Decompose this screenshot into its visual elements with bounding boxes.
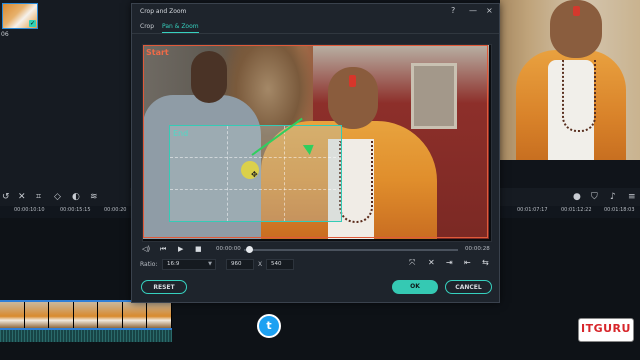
video-clip[interactable] [0, 300, 172, 330]
ratio-dropdown[interactable]: 16:9 ▼ [162, 259, 216, 270]
timecode: 00:00:20 [104, 207, 127, 213]
audio-waveform[interactable] [0, 330, 172, 342]
audio-wave-icon[interactable]: ≋ [90, 192, 98, 202]
end-frame-gridline [170, 157, 341, 159]
timecode: 00:01:12:22 [561, 207, 592, 213]
render-icon[interactable]: ● [573, 192, 581, 202]
timecode: 00:00:10:10 [14, 207, 45, 213]
crop-icon[interactable]: ⌗ [36, 192, 41, 202]
width-field[interactable]: 960 [226, 259, 254, 270]
clip-frame [122, 302, 147, 328]
current-time: 00:00:00 [216, 246, 241, 252]
scrub-bar[interactable] [244, 249, 458, 251]
diamond-icon[interactable]: ◇ [54, 192, 61, 202]
cancel-button[interactable]: CANCEL [445, 280, 492, 294]
play-icon[interactable]: ▶ [178, 245, 183, 253]
tab-divider [132, 33, 499, 34]
preview-figure-beads [562, 60, 596, 132]
fit-icon[interactable]: ⤧ [409, 258, 415, 268]
delete-icon[interactable]: ✕ [18, 192, 26, 202]
timecode: 00:01:18:03 [604, 207, 635, 213]
duration-time: 00:00:28 [465, 246, 490, 252]
start-label: Start [146, 48, 169, 57]
scrub-handle[interactable] [246, 246, 253, 253]
timecode: 00:01:07:17 [517, 207, 548, 213]
ok-button[interactable]: OK [392, 280, 438, 294]
ratio-label: Ratio: [140, 261, 158, 268]
clip-frame [49, 302, 73, 328]
logo-text: ITGURU [581, 322, 631, 335]
dimension-separator: X [258, 261, 263, 268]
check-icon: ✓ [29, 20, 36, 27]
previous-frame-icon[interactable]: ⏮ [160, 245, 166, 254]
minimize-icon[interactable]: — [469, 6, 477, 15]
shield-icon[interactable]: ⛉ [591, 192, 598, 202]
tab-crop[interactable]: Crop [140, 23, 154, 30]
timecode: 00:00:15:15 [60, 207, 91, 213]
color-icon[interactable]: ◐ [72, 192, 80, 202]
end-frame-gridline [284, 126, 286, 221]
tab-pan-zoom[interactable]: Pan & Zoom [162, 23, 199, 33]
clip-frame [147, 302, 172, 328]
help-icon[interactable]: ? [451, 6, 455, 15]
align-left-icon[interactable]: ⇤ [464, 258, 471, 267]
preview-figure-tilak [573, 6, 580, 16]
dialog-title: Crop and Zoom [140, 8, 187, 15]
reset-button[interactable]: RESET [141, 280, 187, 294]
preview-window [500, 0, 640, 160]
media-library-panel: ✓ 06 [0, 0, 130, 190]
clip-frame [24, 302, 49, 328]
mic-icon[interactable]: ♪ [610, 192, 616, 202]
clip-frame [0, 302, 24, 328]
stop-icon[interactable]: ■ [195, 245, 202, 253]
undo-icon[interactable]: ↺ [2, 192, 10, 202]
align-right-icon[interactable]: ⇥ [446, 258, 453, 267]
move-cursor-icon: ✥ [251, 170, 258, 179]
media-thumbnail-label: 06 [1, 31, 9, 38]
clip-frame [98, 302, 122, 328]
end-frame-gridline [227, 126, 229, 221]
crop-and-zoom-dialog: Crop and Zoom ? — × Crop Pan & Zoom Star… [131, 3, 500, 303]
close-icon[interactable]: × [486, 6, 493, 15]
twitter-icon[interactable]: t [257, 314, 281, 338]
chevron-down-icon: ▼ [208, 261, 212, 267]
menu-icon[interactable]: ≡ [628, 192, 636, 202]
media-thumbnail[interactable]: ✓ [2, 3, 38, 29]
clip-frame [73, 302, 98, 328]
volume-icon[interactable]: ◁) [142, 245, 150, 253]
height-field[interactable]: 540 [266, 259, 294, 270]
end-frame-gridline [170, 189, 341, 191]
end-label: End [173, 129, 189, 138]
shrink-icon[interactable]: ✕ [428, 258, 435, 267]
swap-icon[interactable]: ⇆ [482, 258, 489, 267]
ratio-value: 16:9 [167, 261, 180, 267]
